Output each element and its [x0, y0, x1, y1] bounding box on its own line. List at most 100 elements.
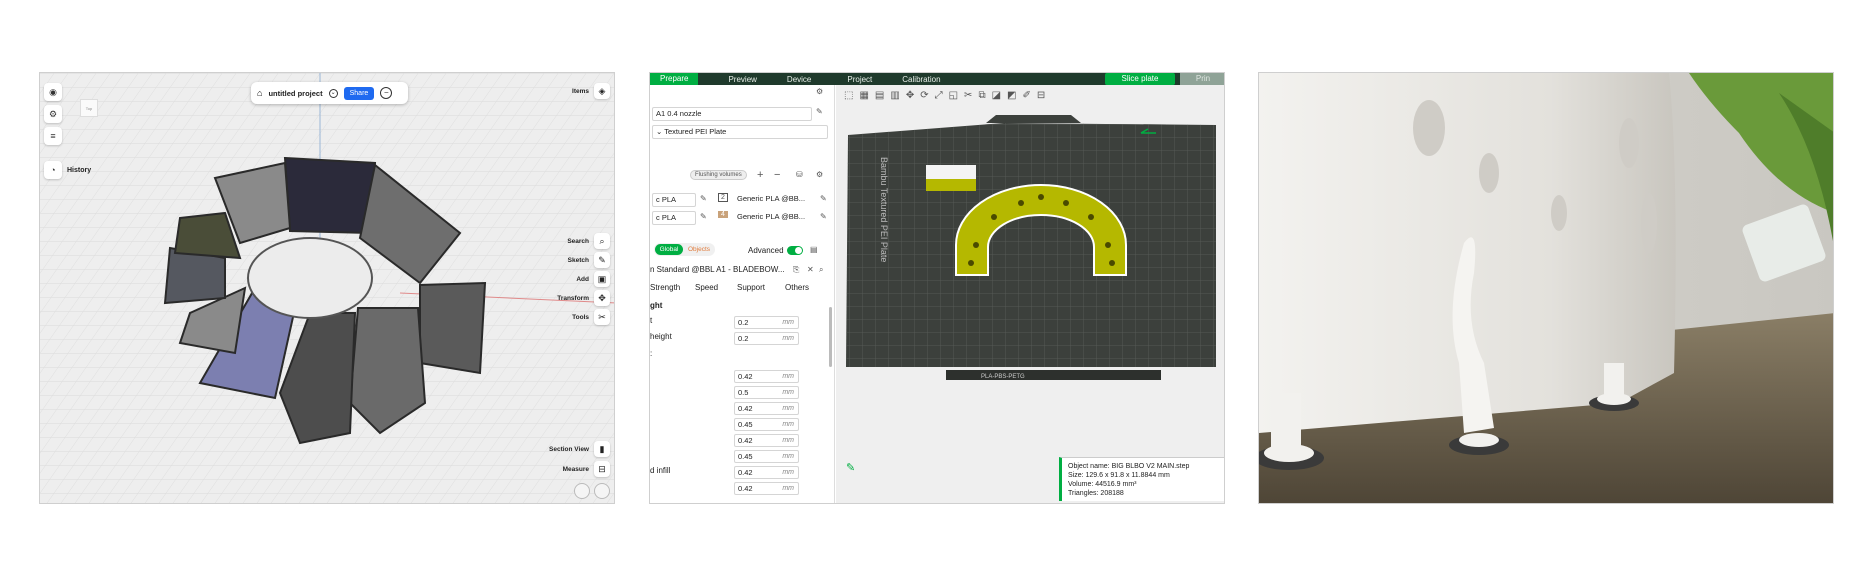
initial-layer-height-field[interactable]: 0.2 mm: [734, 332, 799, 345]
zoom-button[interactable]: [574, 483, 590, 499]
tab-calibration[interactable]: Calibration: [882, 75, 950, 84]
print-button[interactable]: Prin: [1180, 73, 1224, 85]
items-button[interactable]: Items ◈: [572, 83, 610, 99]
line-width-field[interactable]: 0.42 mm: [734, 482, 799, 495]
filament-2-name[interactable]: c PLA: [652, 211, 696, 225]
filament-2-profile[interactable]: Generic PLA @BB...: [734, 211, 816, 225]
transform-tool[interactable]: Transform ✥: [557, 290, 610, 306]
settings-gear-icon[interactable]: ⚙: [816, 87, 823, 96]
filament-1-name[interactable]: c PLA: [652, 193, 696, 207]
layers-icon: ◈: [594, 83, 610, 99]
tools-tool[interactable]: Tools ✂: [572, 309, 610, 325]
sketch-tool[interactable]: Sketch ✎: [568, 252, 610, 268]
object-volume: Volume: 44516.9 mm³: [1068, 481, 1137, 488]
move-icon[interactable]: ✥: [906, 90, 914, 101]
measure-tool[interactable]: Measure ⊟: [563, 461, 610, 477]
object-triangles: Triangles: 208188: [1068, 490, 1124, 497]
plate-label-strip: [946, 370, 1161, 380]
line-width-field[interactable]: 0.42 mm: [734, 434, 799, 447]
infill-line-width-field[interactable]: 0.42 mm: [734, 466, 799, 479]
edit-icon[interactable]: ✎: [700, 212, 707, 221]
tab-others[interactable]: Others: [785, 283, 809, 292]
value: 0.2: [738, 334, 749, 343]
mesh-boolean-icon[interactable]: ⧉: [978, 90, 985, 101]
sidebar-scrollbar[interactable]: [829, 307, 832, 367]
filament-sync-icon[interactable]: ⛁: [796, 170, 803, 179]
scale-icon[interactable]: ⤢: [935, 90, 943, 101]
edit-printer-icon[interactable]: ✎: [816, 107, 823, 116]
printer-select[interactable]: A1 0.4 nozzle: [652, 107, 812, 121]
filament-settings-icon[interactable]: ⚙: [816, 170, 823, 179]
add-tool[interactable]: Add ▣: [576, 271, 610, 287]
compare-icon[interactable]: ▤: [810, 245, 818, 254]
tab-speed[interactable]: Speed: [695, 283, 718, 292]
flushing-volumes-button[interactable]: Flushing volumes: [690, 170, 747, 180]
add-plate-icon[interactable]: ▦: [859, 90, 868, 101]
process-profile[interactable]: n Standard @BBL A1 - BLADEBOW...: [650, 265, 785, 274]
tools-icon: ✂: [594, 309, 610, 325]
lay-on-face-icon[interactable]: ◱: [949, 90, 958, 101]
tab-strength[interactable]: Strength: [650, 283, 680, 292]
rotate-icon[interactable]: ⟳: [920, 90, 928, 101]
seam-paint-icon[interactable]: ◩: [1007, 90, 1016, 101]
close-icon[interactable]: ✕: [807, 265, 814, 274]
layers-icon[interactable]: ≡: [44, 127, 62, 145]
history-icon: ◔: [44, 161, 62, 179]
home-icon[interactable]: ⌂: [257, 88, 262, 98]
measure-icon[interactable]: ⊟: [1037, 90, 1045, 101]
add-object-icon[interactable]: ⬚: [844, 90, 853, 101]
minus-circle-icon[interactable]: −: [380, 87, 393, 99]
tab-support[interactable]: Support: [737, 283, 765, 292]
history-label: History: [67, 166, 92, 174]
edit-icon[interactable]: ✎: [820, 194, 827, 203]
plate-type-label: Textured PEI Plate: [664, 127, 727, 136]
print-photo: [1258, 72, 1834, 504]
line-width-field[interactable]: 0.45 mm: [734, 418, 799, 431]
layer-height-field[interactable]: 0.2 mm: [734, 316, 799, 329]
view-cube[interactable]: Top: [80, 99, 98, 117]
sketch-icon: ✎: [594, 252, 610, 268]
history-button[interactable]: ◔ History: [44, 161, 91, 179]
cut-icon[interactable]: ✂: [964, 90, 972, 101]
tab-device[interactable]: Device: [767, 75, 821, 84]
add-filament-icon[interactable]: +: [757, 169, 763, 181]
value: 0.42: [738, 484, 753, 493]
line-width-field[interactable]: 0.5 mm: [734, 386, 799, 399]
scope-global[interactable]: Global: [655, 244, 683, 255]
share-button[interactable]: Share: [343, 86, 375, 100]
3d-plate-viewport[interactable]: PLA-PBS-PETG Bambu Textured PEI Plate: [836, 85, 1224, 503]
orbit-button[interactable]: [594, 483, 610, 499]
app-logo-icon[interactable]: ◉: [44, 83, 62, 101]
viewport-toolbar: ⬚ ▦ ▤ ▥ ✥ ⟳ ⤢ ◱ ✂ ⧉ ◪ ◩ ✐ ⊟: [836, 85, 1224, 105]
edit-icon[interactable]: ✎: [700, 194, 707, 203]
edit-icon[interactable]: ✎: [820, 212, 827, 221]
arrange-icon[interactable]: ▤: [875, 90, 884, 101]
unit: mm: [782, 319, 794, 326]
project-title[interactable]: untitled project: [268, 89, 322, 98]
section-view-tool[interactable]: Section View ▮: [549, 441, 610, 457]
line-width-field[interactable]: 0.42 mm: [734, 402, 799, 415]
settings-icon[interactable]: ⚙: [44, 105, 62, 123]
search-tool[interactable]: Search ⌕: [567, 233, 610, 249]
advanced-toggle[interactable]: [787, 246, 803, 255]
color-paint-icon[interactable]: ✐: [1022, 90, 1030, 101]
tab-prepare[interactable]: Prepare: [650, 73, 699, 85]
scope-switch[interactable]: Global Objects: [654, 243, 715, 256]
support-paint-icon[interactable]: ◪: [992, 90, 1001, 101]
edit-pencil-icon[interactable]: ✎: [846, 461, 855, 474]
search-icon[interactable]: ⌕: [819, 265, 823, 275]
save-icon[interactable]: ⎘: [793, 265, 799, 275]
slice-plate-button[interactable]: Slice plate: [1105, 73, 1175, 85]
add-label: Add: [576, 275, 589, 283]
settings-sidebar: ⚙ A1 0.4 nozzle ✎ ⌄ Textured PEI Plate F…: [650, 85, 835, 503]
tab-preview[interactable]: Preview: [698, 75, 766, 84]
orient-icon[interactable]: ▥: [890, 90, 899, 101]
tab-project[interactable]: Project: [821, 75, 882, 84]
chevron-down-icon[interactable]: ⌄: [328, 88, 338, 98]
line-width-field[interactable]: 0.42 mm: [734, 370, 799, 383]
line-width-field[interactable]: 0.45 mm: [734, 450, 799, 463]
scope-objects[interactable]: Objects: [685, 244, 713, 255]
plate-type-select[interactable]: ⌄ Textured PEI Plate: [652, 125, 828, 139]
remove-filament-icon[interactable]: −: [774, 169, 780, 181]
filament-1-profile[interactable]: Generic PLA @BB...: [734, 193, 816, 207]
